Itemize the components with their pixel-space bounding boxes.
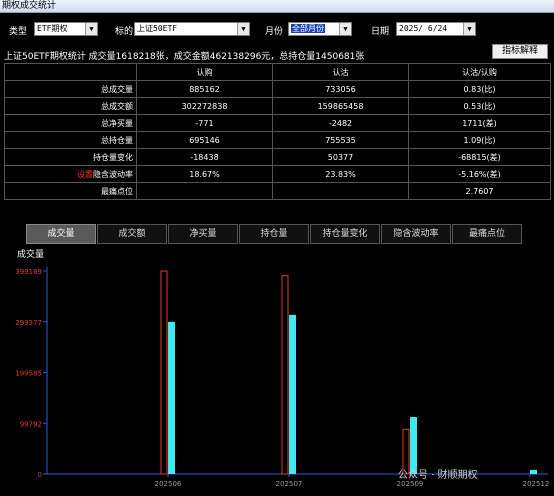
table-row: 最痛点位 2.7607 [4,182,551,200]
table-header: 认购 [136,63,273,81]
put-value: 755535 [272,131,409,149]
tab-turnover[interactable]: 成交额 [97,224,167,244]
ratio-value: 0.53(比) [408,97,551,115]
tab-volume[interactable]: 成交量 [26,224,96,244]
type-value: ETF期权 [37,24,68,33]
chevron-down-icon[interactable]: ▼ [463,23,475,35]
explain-indicators-button[interactable]: 指标解释 [492,44,548,59]
tab-net-buy[interactable]: 净买量 [168,224,238,244]
table-header: 认沽/认购 [408,63,551,81]
ratio-value: 0.83(比) [408,80,551,98]
put-volume-bar [168,321,175,474]
date-label: 日期 [371,27,390,37]
row-label: 隐含波动率 [93,169,133,179]
x-tick-label: 202512 [523,480,550,488]
row-label-cell: 设置隐含波动率 [4,165,137,183]
table-header: 认沽 [272,63,409,81]
call-volume-bar [160,270,168,475]
window-title: 期权成交统计 [0,0,554,13]
call-volume-bar [281,275,289,475]
underlying-label: 标的 [115,27,134,37]
volume-chart: 0 99792 199585 299377 399169 202506 202507 2025… [15,267,550,488]
filter-bar: 类型 ETF期权 ▼ 标的 上证50ETF ▼ 月份 全部月份 ▼ 日期 202… [0,22,554,38]
put-value [272,182,409,200]
put-value: 50377 [272,148,409,166]
stats-table: 认购 认沽 认沽/认购 总成交量 885162 733056 0.83(比) 总… [4,63,551,200]
x-tick-label: 202506 [155,480,182,488]
row-label: 最痛点位 [4,182,137,200]
table-row: 总成交量 885162 733056 0.83(比) [4,80,551,98]
y-tick-label: 199585 [15,370,42,378]
ratio-value: -68815(差) [408,148,551,166]
put-value: 159865458 [272,97,409,115]
put-value: 23.83% [272,165,409,183]
call-value: 885162 [136,80,273,98]
ratio-value: 1.09(比) [408,131,551,149]
table-row: 设置隐含波动率 18.67% 23.83% -5.16%(差) [4,165,551,183]
row-label: 总成交额 [4,97,137,115]
tab-max-pain[interactable]: 最痛点位 [452,224,522,244]
put-volume-bar [289,314,296,474]
month-value: 全部月份 [291,24,325,33]
date-picker[interactable]: 2025/ 6/24 ▼ [396,22,476,36]
table-header-row: 认购 认沽 认沽/认购 [4,63,551,81]
date-value: 2025/ 6/24 [399,24,448,33]
put-value: -2482 [272,114,409,132]
call-value: -18438 [136,148,273,166]
tab-open-interest[interactable]: 持仓量 [239,224,309,244]
tab-implied-vol[interactable]: 隐含波动率 [381,224,451,244]
call-value: 18.67% [136,165,273,183]
y-tick-label: 0 [38,471,42,479]
y-tick-label: 99792 [20,420,42,428]
tab-oi-change[interactable]: 持仓量变化 [310,224,380,244]
underlying-value: 上证50ETF [137,24,178,33]
row-label: 总持仓量 [4,131,137,149]
put-volume-bar [530,469,537,474]
row-label: 总成交量 [4,80,137,98]
month-label: 月份 [265,27,284,37]
call-value [136,182,273,200]
y-tick-label: 299377 [15,319,42,327]
settings-link[interactable]: 设置 [77,170,93,179]
chevron-down-icon[interactable]: ▼ [339,23,351,35]
call-value: -771 [136,114,273,132]
chevron-down-icon[interactable]: ▼ [237,23,249,35]
ratio-value: 1711(差) [408,114,551,132]
table-row: 持仓量变化 -18438 50377 -68815(差) [4,148,551,166]
row-label: 总净买量 [4,114,137,132]
table-row: 总净买量 -771 -2482 1711(差) [4,114,551,132]
underlying-select[interactable]: 上证50ETF ▼ [134,22,250,36]
table-row: 总持仓量 695146 755535 1.09(比) [4,131,551,149]
x-tick-label: 202507 [276,480,303,488]
table-header [4,63,137,81]
call-value: 695146 [136,131,273,149]
type-label: 类型 [9,27,28,37]
month-select[interactable]: 全部月份 ▼ [288,22,352,36]
chevron-down-icon[interactable]: ▼ [85,23,97,35]
summary-text: 上证50ETF期权统计 成交量1618218张，成交金额462138296元，总… [4,52,365,62]
ratio-value: -5.16%(差) [408,165,551,183]
put-value: 733056 [272,80,409,98]
ratio-value: 2.7607 [408,182,551,200]
type-select[interactable]: ETF期权 ▼ [34,22,98,36]
x-tick-label: 202509 [397,480,424,488]
row-label: 持仓量变化 [4,148,137,166]
y-tick-label: 399169 [15,268,42,276]
call-value: 302272838 [136,97,273,115]
watermark: 公众号 · 财顺期权 [398,470,478,481]
table-row: 总成交额 302272838 159865458 0.53(比) [4,97,551,115]
